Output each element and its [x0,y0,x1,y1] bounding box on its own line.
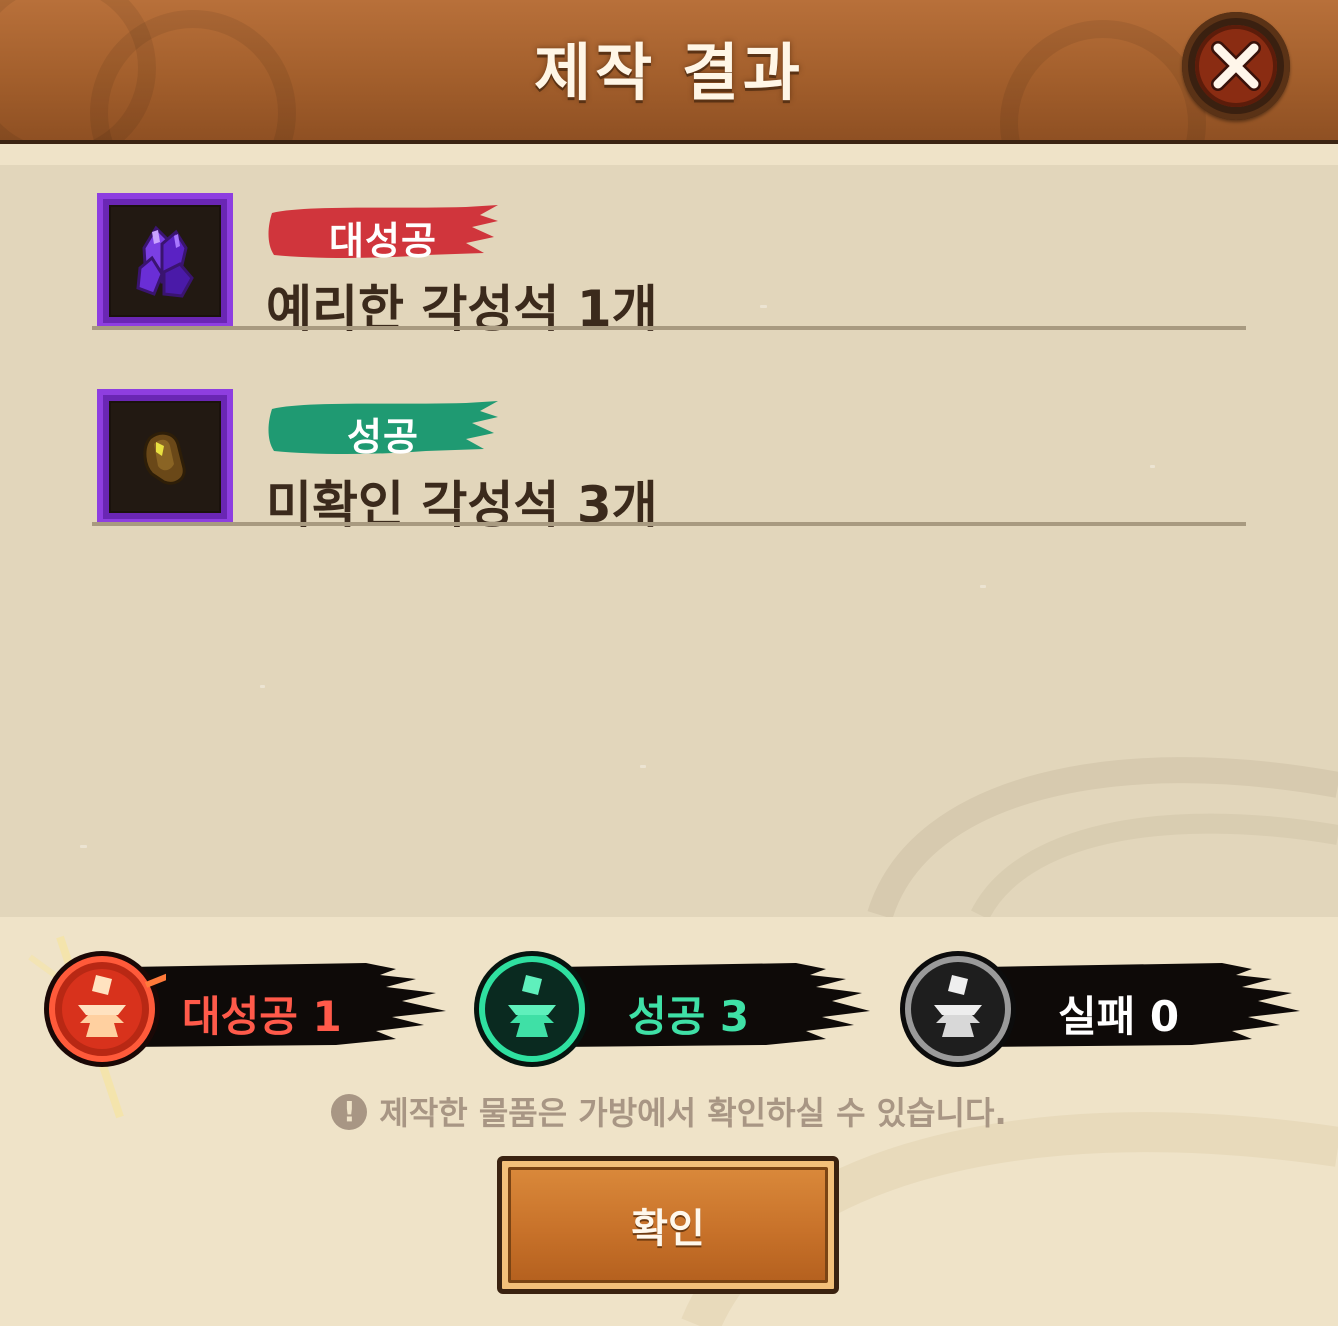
item-slot[interactable] [97,193,233,329]
row-divider [92,522,1246,526]
result-row: 대성공 예리한 각성석 1개 [92,165,1246,338]
grade-badge-success: 성공 [266,399,500,459]
grade-badge-great-success: 대성공 [266,203,500,263]
notice: ! 제작한 물품은 가방에서 확인하실 수 있습니다. [0,1088,1338,1134]
row-divider [92,326,1246,330]
fail-count: 실패 0 [1058,992,1180,1041]
anvil-hammer-icon [44,951,166,1067]
anvil-hammer-icon [474,951,590,1067]
item-name: 미확인 각성석 3개 [266,476,658,534]
anvil-hammer-icon [900,951,1016,1067]
summary-success: 성공 3 [466,945,872,1067]
result-row: 성공 미확인 각성석 3개 [92,361,1246,534]
summary-great-success: 대성공 1 [36,945,448,1067]
item-slot[interactable] [97,389,233,525]
results-panel: 대성공 예리한 각성석 1개 성공 미확인 각성석 3개 [0,165,1338,917]
dialog-title: 제작 결과 [534,36,804,109]
confirm-button-label: 확인 [631,1206,705,1252]
close-button[interactable] [1182,12,1290,120]
exclamation-icon: ! [331,1094,368,1130]
close-icon [1195,25,1277,107]
dialog-header: 제작 결과 [0,0,1338,144]
confirm-button[interactable]: 확인 [497,1156,839,1294]
item-name: 예리한 각성석 1개 [266,280,658,338]
success-count: 성공 3 [628,992,750,1041]
notice-text: 제작한 물품은 가방에서 확인하실 수 있습니다. [379,1094,1007,1132]
purple-crystal-icon [136,225,194,298]
brown-stone-icon [143,431,186,485]
summary-fail: 실패 0 [892,945,1304,1067]
great-success-count: 대성공 1 [182,992,342,1041]
